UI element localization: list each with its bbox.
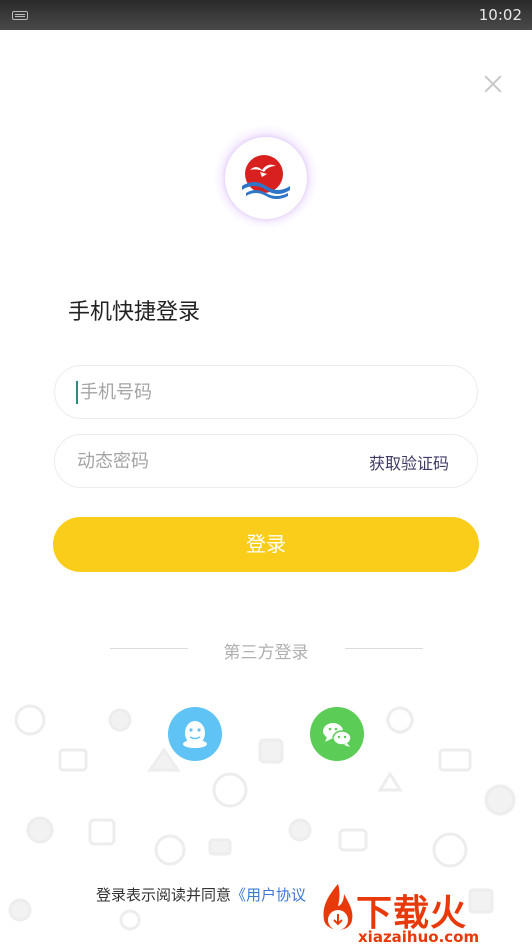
wechat-login-button[interactable]: [310, 707, 364, 761]
status-bar: 10:02: [0, 0, 532, 30]
phone-field: [54, 365, 478, 419]
flame-download-icon: [323, 884, 353, 930]
qq-login-button[interactable]: [168, 707, 222, 761]
seagull-logo-icon: [242, 155, 290, 199]
user-agreement-link[interactable]: 《用户协议: [231, 886, 306, 904]
close-button[interactable]: [480, 71, 506, 97]
phone-input[interactable]: [77, 366, 460, 418]
keyboard-icon: [12, 11, 28, 20]
code-field: 获取验证码: [54, 434, 478, 488]
watermark-url: xiazaihuo.com: [358, 928, 480, 946]
page-title: 手机快捷登录: [68, 300, 201, 325]
watermark: 下载火 xiazaihuo.com: [318, 880, 528, 946]
wechat-icon: [323, 723, 352, 747]
login-button[interactable]: 登录: [53, 517, 479, 572]
third-party-label: 第三方登录: [223, 643, 309, 663]
status-time: 10:02: [478, 6, 522, 24]
code-input[interactable]: [77, 435, 337, 487]
qq-icon: [183, 721, 207, 748]
agreement-prefix: 登录表示阅读并同意: [96, 886, 232, 904]
agreement-text: 登录表示阅读并同意《用户协议: [96, 884, 306, 905]
divider-right: [345, 648, 423, 649]
get-code-button[interactable]: 获取验证码: [369, 450, 449, 474]
app-logo: [225, 137, 307, 219]
